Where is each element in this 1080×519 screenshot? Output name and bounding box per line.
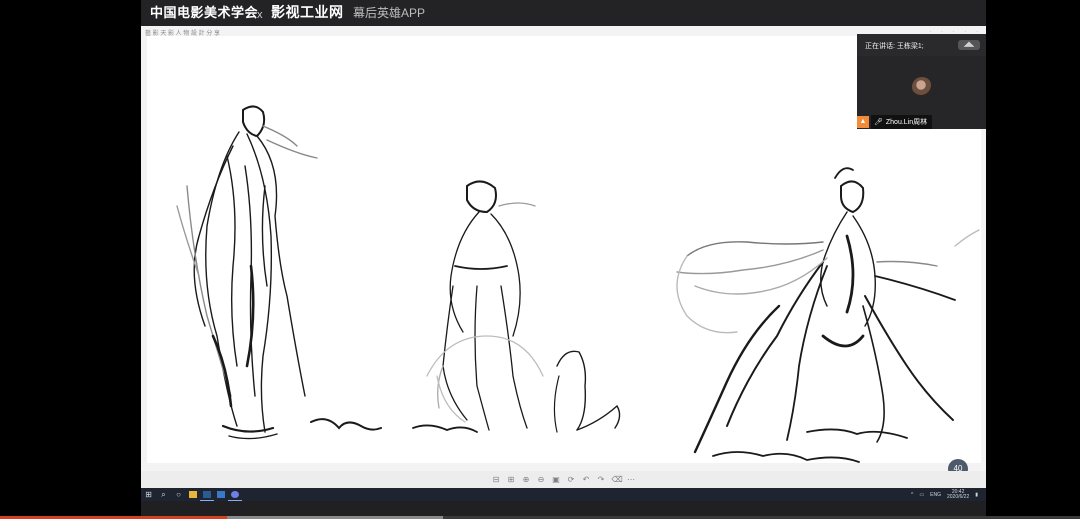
zoom-in-icon[interactable]: ⊞: [507, 475, 516, 484]
windows-taskbar: ⊞ ⌕ ○ ^ ▭ ENG 20:42 2020/6/22 ▮: [141, 488, 986, 501]
windows-start-icon[interactable]: ⊞: [141, 488, 156, 501]
tray-chevron-icon[interactable]: ^: [911, 492, 913, 498]
meeting-app[interactable]: [228, 488, 242, 501]
delete-icon[interactable]: ⌫: [612, 475, 623, 484]
sketch-figure-warrior: [676, 167, 980, 454]
sketch-signature: [712, 451, 860, 463]
photoshop-app[interactable]: [200, 488, 214, 501]
brand-separator: x: [257, 9, 263, 21]
zoom-out-icon[interactable]: ⊟: [492, 475, 501, 484]
brand-main-title: 影视工业网: [271, 4, 344, 20]
shared-screen: 中国电影美术学会 x 影视工业网 幕后英雄APP 藝 影 天 影 人 物 設 計…: [141, 0, 986, 519]
file-explorer-app[interactable]: [186, 488, 200, 501]
person-icon: ▲: [857, 116, 869, 128]
avatar: [912, 77, 932, 97]
character-sketches-image: [176, 105, 980, 463]
notification-icon[interactable]: ▮: [975, 492, 978, 498]
participant-name-tag: 🎤︎ Zhou.Lin周林: [871, 115, 933, 129]
sketch-canvas: [147, 36, 981, 463]
fit-icon[interactable]: ▣: [552, 475, 561, 484]
brand-banner: 中国电影美术学会 x 影视工业网 幕后英雄APP: [141, 0, 986, 26]
left-letterbox: [0, 0, 141, 519]
system-tray: ^ ▭ ENG 20:42 2020/6/22 ▮: [911, 489, 986, 500]
search-icon[interactable]: ⊖: [537, 475, 546, 484]
brand-subtitle: 幕后英雄APP: [353, 6, 426, 20]
more-icon[interactable]: ⋯: [627, 475, 636, 484]
brand-left-title: 中国电影美术学会: [150, 5, 259, 20]
panel-expand-icon[interactable]: ◢◣: [958, 40, 980, 50]
video-call-panel: 正在讲话: 王栋梁1; ◢◣ ▲ 🎤︎ Zhou.Lin周林: [857, 34, 986, 129]
microphone-icon[interactable]: 🎤︎: [874, 119, 883, 126]
task-view-icon[interactable]: ○: [171, 488, 186, 501]
participant-video: ▲ 🎤︎ Zhou.Lin周林: [857, 56, 986, 129]
network-icon[interactable]: ▭: [919, 492, 924, 498]
sketch-figure-man: [176, 105, 382, 440]
participant-label: ▲ 🎤︎ Zhou.Lin周林: [857, 115, 933, 129]
speaking-indicator: 正在讲话: 王栋梁1;: [865, 43, 924, 50]
clock-date: 2020/6/22: [946, 493, 970, 500]
system-clock[interactable]: 20:42 2020/6/22: [946, 489, 970, 500]
search-icon[interactable]: ⌕: [156, 488, 171, 501]
ppt-app[interactable]: [214, 488, 228, 501]
participant-name: Zhou.Lin周林: [885, 119, 928, 126]
rotate-icon[interactable]: ⟳: [567, 475, 576, 484]
redo-icon[interactable]: ↷: [597, 475, 606, 484]
undo-icon[interactable]: ↶: [582, 475, 591, 484]
viewer-toolbar: ⊟ ⊞ ⊕ ⊖ ▣ ⟳ ↶ ↷ ⌫ ⋯: [141, 471, 986, 488]
language-indicator[interactable]: ENG: [930, 492, 941, 498]
right-letterbox: [986, 0, 1080, 519]
sketch-figure-girl: [412, 180, 621, 433]
magnify-icon[interactable]: ⊕: [522, 475, 531, 484]
